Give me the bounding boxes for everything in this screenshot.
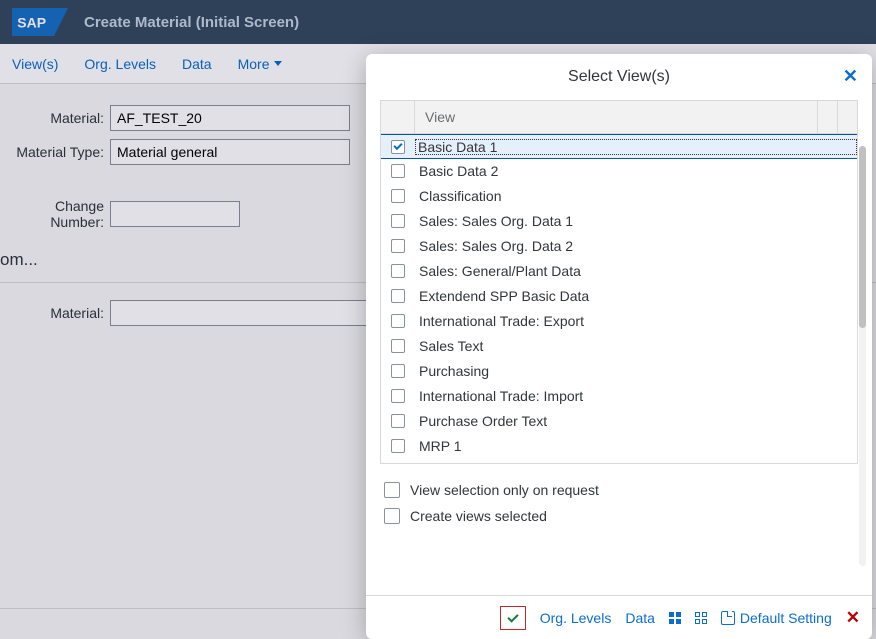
view-label: Sales: General/Plant Data [415, 263, 857, 279]
view-label: Purchasing [415, 363, 857, 379]
table-row[interactable]: Sales: Sales Org. Data 1 [381, 209, 857, 234]
table-row[interactable]: Basic Data 1 [381, 134, 857, 159]
select-all-icon[interactable] [669, 612, 681, 624]
table-row[interactable]: Classification [381, 184, 857, 209]
table-row[interactable]: Basic Data 2 [381, 159, 857, 184]
dialog-footer: Org. Levels Data Default Setting ✕ [366, 595, 872, 639]
view-label: Basic Data 1 [415, 139, 857, 155]
view-label: Purchase Order Text [415, 413, 857, 429]
views-table: View Basic Data 1 Basic Data 2 Classificat… [380, 100, 858, 464]
table-row[interactable]: Extendend SPP Basic Data [381, 284, 857, 309]
view-label: MRP 1 [415, 438, 857, 454]
view-checkbox[interactable] [391, 439, 405, 453]
table-row[interactable]: Sales Text [381, 334, 857, 359]
dialog-title: Select View(s) [568, 68, 670, 86]
view-label: Sales: Sales Org. Data 2 [415, 238, 857, 254]
view-checkbox[interactable] [391, 364, 405, 378]
default-setting-button[interactable]: Default Setting [721, 610, 832, 626]
footer-org-levels[interactable]: Org. Levels [540, 610, 612, 626]
view-label: Sales: Sales Org. Data 1 [415, 213, 857, 229]
table-row[interactable]: International Trade: Import [381, 384, 857, 409]
column-view: View [415, 109, 817, 125]
opt-request-checkbox[interactable] [384, 482, 400, 498]
close-icon[interactable]: ✕ [843, 66, 858, 87]
dialog-header: Select View(s) ✕ [366, 54, 872, 100]
footer-data[interactable]: Data [625, 610, 655, 626]
view-label: Classification [415, 188, 857, 204]
table-header: View [381, 101, 857, 134]
table-row[interactable]: Purchase Order Text [381, 409, 857, 434]
scrollbar-thumb[interactable] [859, 146, 866, 328]
scrollbar[interactable] [859, 146, 866, 566]
view-checkbox[interactable] [391, 214, 405, 228]
table-row[interactable]: MRP 1 [381, 434, 857, 459]
view-checkbox[interactable] [391, 189, 405, 203]
table-row[interactable]: MRP 2 [381, 459, 857, 463]
view-checkbox[interactable] [391, 264, 405, 278]
view-checkbox[interactable] [391, 239, 405, 253]
view-label: Extendend SPP Basic Data [415, 288, 857, 304]
table-row[interactable]: Sales: Sales Org. Data 2 [381, 234, 857, 259]
view-label: International Trade: Import [415, 388, 857, 404]
view-checkbox[interactable] [391, 414, 405, 428]
view-checkbox[interactable] [391, 289, 405, 303]
opt-create-label: Create views selected [410, 508, 547, 524]
view-checkbox[interactable] [391, 314, 405, 328]
table-row[interactable]: Purchasing [381, 359, 857, 384]
view-label: Sales Text [415, 338, 857, 354]
deselect-all-icon[interactable] [695, 612, 707, 624]
save-icon [721, 611, 735, 625]
view-label: International Trade: Export [415, 313, 857, 329]
view-checkbox[interactable] [391, 389, 405, 403]
select-views-dialog: Select View(s) ✕ View Basic Data 1 Basic … [366, 54, 872, 639]
cancel-icon[interactable]: ✕ [846, 608, 860, 628]
opt-request-label: View selection only on request [410, 482, 599, 498]
check-icon [507, 611, 518, 622]
view-checkbox[interactable] [391, 140, 405, 154]
opt-create-checkbox[interactable] [384, 508, 400, 524]
confirm-button[interactable] [500, 606, 526, 630]
view-checkbox[interactable] [391, 339, 405, 353]
table-row[interactable]: International Trade: Export [381, 309, 857, 334]
table-row[interactable]: Sales: General/Plant Data [381, 259, 857, 284]
view-label: Basic Data 2 [415, 163, 857, 179]
view-checkbox[interactable] [391, 164, 405, 178]
